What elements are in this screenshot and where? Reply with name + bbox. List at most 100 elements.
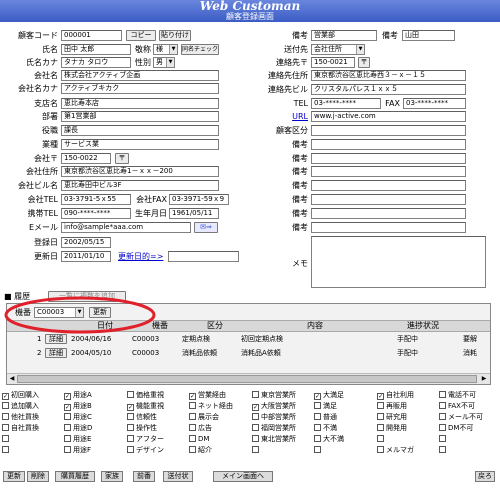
zip-lookup-button[interactable]: 〒: [115, 153, 129, 164]
checkbox-option[interactable]: [439, 445, 448, 455]
scrollbar-thumb[interactable]: [17, 375, 477, 383]
checkbox-option[interactable]: 東京営業所: [252, 390, 296, 400]
prev-button[interactable]: 前番: [133, 471, 155, 482]
address-input[interactable]: 東京都渋谷区恵比寿1－ｘｘ－200: [61, 166, 219, 177]
checkbox-option[interactable]: 用途F: [64, 445, 91, 455]
checkbox-checked-icon[interactable]: ✓: [64, 393, 71, 400]
contact-fax-input[interactable]: 03-****-****: [403, 98, 466, 109]
scroll-right-icon[interactable]: ▶: [479, 374, 489, 384]
checkbox-empty-icon[interactable]: [127, 446, 134, 453]
checkbox-option[interactable]: ✓ 大阪営業所: [252, 401, 296, 411]
next-update-link[interactable]: 更新日的=>: [118, 251, 168, 262]
checkbox-empty-icon[interactable]: [439, 391, 446, 398]
checkbox-option[interactable]: [2, 445, 11, 455]
checkbox-option[interactable]: DM: [189, 434, 209, 444]
checkbox-empty-icon[interactable]: [2, 446, 9, 453]
checkbox-empty-icon[interactable]: [189, 446, 196, 453]
checkbox-option[interactable]: ✓ 用途A: [64, 390, 92, 400]
checkbox-empty-icon[interactable]: [377, 413, 384, 420]
birth-input[interactable]: 1961/05/11: [169, 208, 219, 219]
same-name-check-button[interactable]: 同名チェック: [181, 44, 219, 55]
checkbox-option[interactable]: 紹介: [189, 445, 212, 455]
checkbox-option[interactable]: 自社買換: [2, 423, 39, 433]
name-input[interactable]: 田中 太郎: [61, 44, 131, 55]
checkbox-empty-icon[interactable]: [377, 435, 384, 442]
copy-button[interactable]: コピー: [126, 30, 156, 41]
checkbox-empty-icon[interactable]: [439, 435, 446, 442]
checkbox-empty-icon[interactable]: [377, 446, 384, 453]
next-update-input[interactable]: [168, 251, 239, 262]
checkbox-empty-icon[interactable]: [189, 435, 196, 442]
contact-tel-input[interactable]: 03-****-****: [311, 98, 381, 109]
checkbox-option[interactable]: FAX不可: [439, 401, 475, 411]
checkbox-option[interactable]: [314, 445, 323, 455]
checkbox-checked-icon[interactable]: ✓: [189, 393, 196, 400]
checkbox-empty-icon[interactable]: [252, 413, 259, 420]
mobile-input[interactable]: 090-****-****: [61, 208, 131, 219]
industry-input[interactable]: サービス業: [61, 139, 219, 150]
note-input[interactable]: [311, 153, 466, 164]
note-input[interactable]: [311, 139, 466, 150]
checkbox-empty-icon[interactable]: [64, 435, 71, 442]
branch-input[interactable]: 恵比寿本店: [61, 98, 219, 109]
checkbox-option[interactable]: 広告: [189, 423, 212, 433]
checkbox-checked-icon[interactable]: ✓: [252, 404, 259, 411]
checkbox-option[interactable]: 信頼性: [127, 412, 157, 422]
checkbox-option[interactable]: [252, 445, 261, 455]
checkbox-empty-icon[interactable]: [377, 424, 384, 431]
url-link[interactable]: URL: [280, 111, 308, 122]
checkbox-empty-icon[interactable]: [314, 446, 321, 453]
checkbox-empty-icon[interactable]: [127, 424, 134, 431]
email-input[interactable]: info@sample*aaa.com: [61, 222, 191, 233]
delete-button[interactable]: 削除: [27, 471, 49, 482]
checkbox-empty-icon[interactable]: [439, 402, 446, 409]
checkbox-option[interactable]: 再販用: [377, 401, 407, 411]
checkbox-empty-icon[interactable]: [64, 446, 71, 453]
checkbox-empty-icon[interactable]: [377, 402, 384, 409]
checkbox-option[interactable]: 不満: [314, 423, 337, 433]
category-input[interactable]: [311, 125, 466, 136]
building-input[interactable]: 恵比寿田中ビル3F: [61, 180, 219, 191]
checkbox-option[interactable]: ✓ 用途B: [64, 401, 92, 411]
shipbldg-input[interactable]: クリスタルパレス１ｘｘ５: [311, 84, 466, 95]
checkbox-checked-icon[interactable]: ✓: [2, 393, 9, 400]
checkbox-empty-icon[interactable]: [314, 424, 321, 431]
checkbox-checked-icon[interactable]: ✓: [64, 404, 71, 411]
checkbox-option[interactable]: 開発用: [377, 423, 407, 433]
checkbox-empty-icon[interactable]: [314, 413, 321, 420]
checkbox-option[interactable]: 福岡営業所: [252, 423, 296, 433]
checkbox-empty-icon[interactable]: [439, 446, 446, 453]
mail-send-button[interactable]: ✉⇒: [194, 222, 218, 233]
checkbox-option[interactable]: [2, 434, 11, 444]
checkbox-checked-icon[interactable]: ✓: [377, 393, 384, 400]
checkbox-empty-icon[interactable]: [2, 413, 9, 420]
note-input[interactable]: [311, 222, 466, 233]
checkbox-option[interactable]: ✓ 初回購入: [2, 390, 39, 400]
checkbox-empty-icon[interactable]: [189, 402, 196, 409]
checkbox-empty-icon[interactable]: [127, 391, 134, 398]
shipto-select[interactable]: 会社住所 ▼: [311, 44, 365, 55]
checkbox-option[interactable]: 用途D: [64, 423, 92, 433]
note-input[interactable]: [311, 166, 466, 177]
note-input[interactable]: [311, 208, 466, 219]
checkbox-empty-icon[interactable]: [314, 402, 321, 409]
checkbox-option[interactable]: 追加購入: [2, 401, 39, 411]
purchase-history-button[interactable]: 購買履歴: [55, 471, 95, 482]
checkbox-empty-icon[interactable]: [252, 391, 259, 398]
horizontal-scrollbar[interactable]: ◀ ▶: [7, 373, 490, 384]
paste-button[interactable]: 貼り付け: [159, 30, 191, 41]
table-row[interactable]: 2 詳細 2004/05/10 C00003 消耗品依頼 消耗品A依頼 手配中 …: [7, 348, 490, 359]
checkbox-option[interactable]: アフター: [127, 434, 164, 444]
checkbox-option[interactable]: デザイン: [127, 445, 164, 455]
checkbox-option[interactable]: 電話不可: [439, 390, 476, 400]
checkbox-option[interactable]: 大不満: [314, 434, 344, 444]
checkbox-empty-icon[interactable]: [2, 402, 9, 409]
registered-input[interactable]: 2002/05/15: [61, 237, 111, 248]
note2-input[interactable]: 山田: [402, 30, 455, 41]
checkbox-empty-icon[interactable]: [127, 435, 134, 442]
checkbox-empty-icon[interactable]: [252, 424, 259, 431]
checkbox-option[interactable]: [439, 434, 448, 444]
updated-input[interactable]: 2011/01/10: [61, 251, 111, 262]
checkbox-option[interactable]: 価格重視: [127, 390, 164, 400]
checkbox-empty-icon[interactable]: [439, 424, 446, 431]
